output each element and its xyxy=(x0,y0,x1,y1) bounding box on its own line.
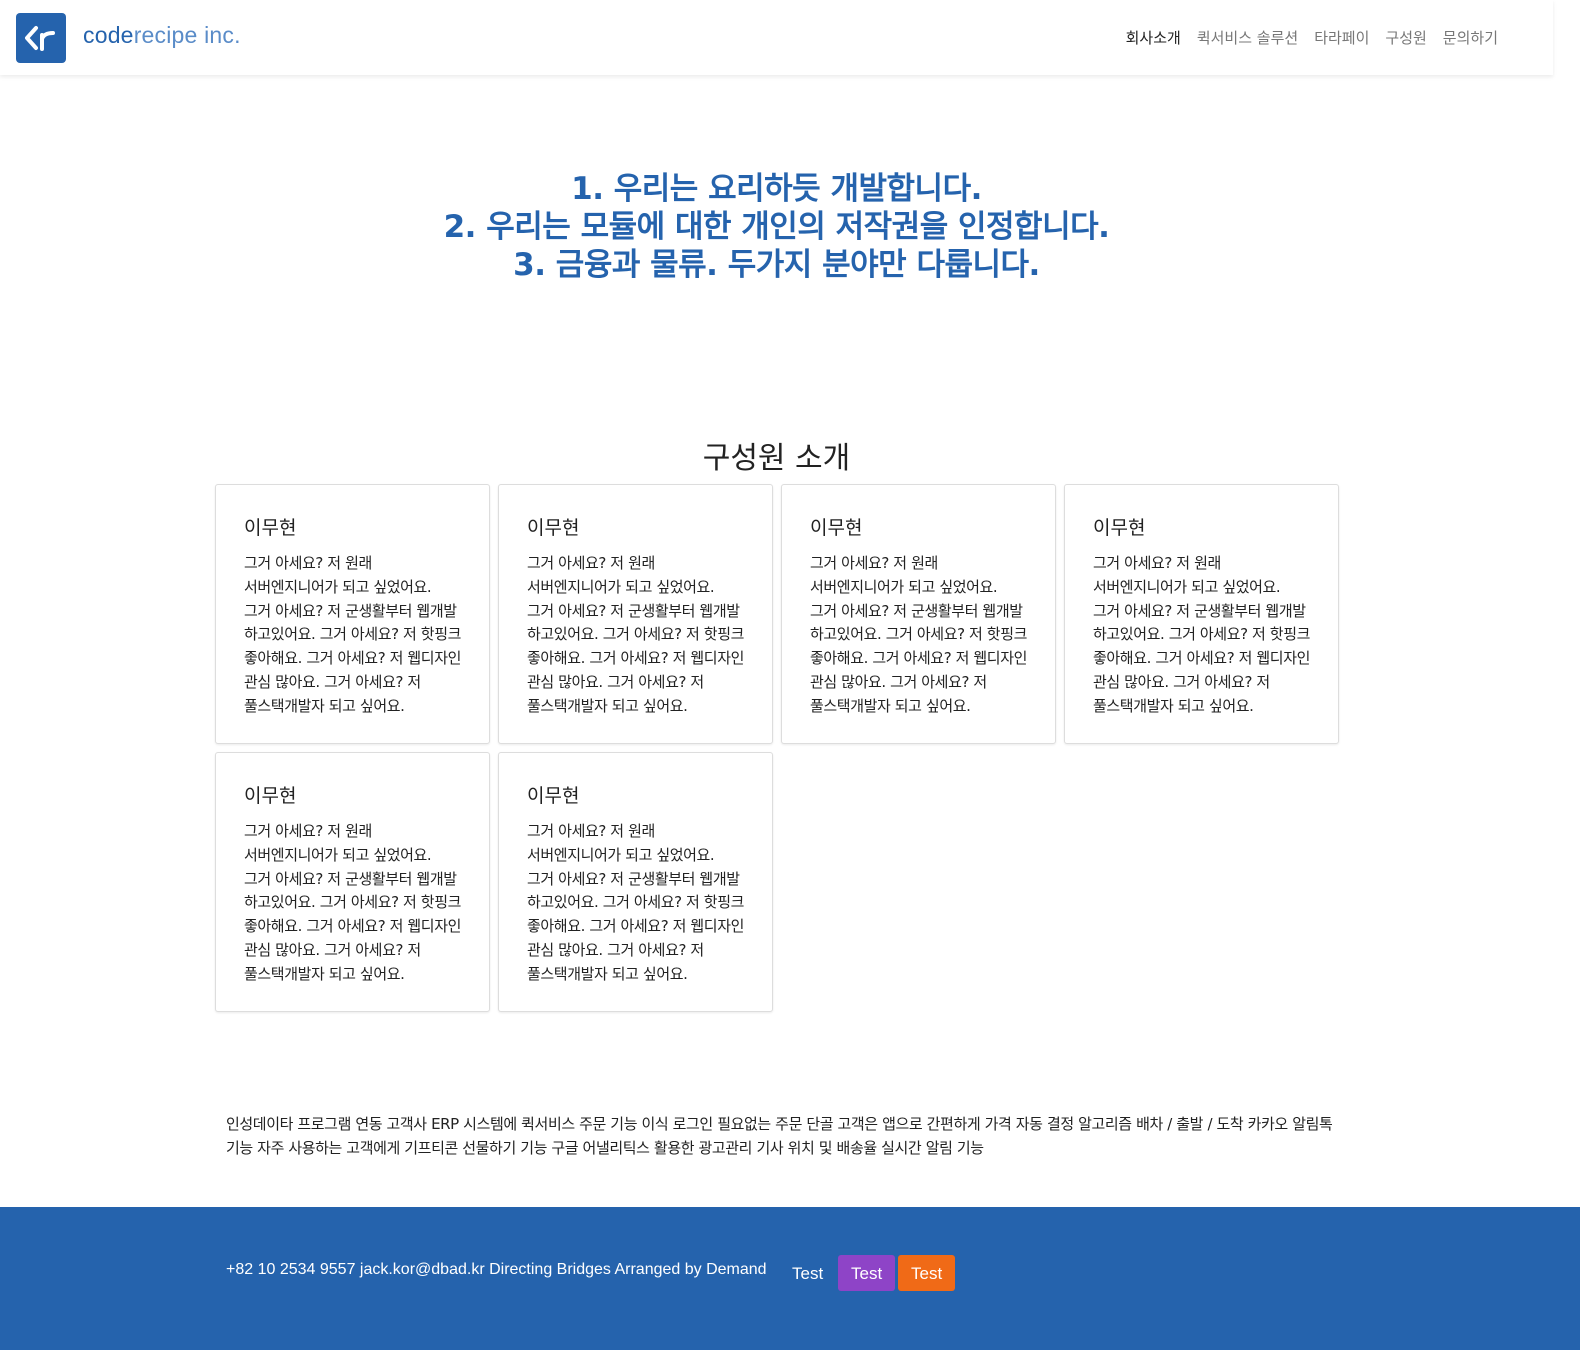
member-description: 그거 아세요? 저 원래 서버엔지니어가 되고 싶었어요. 그거 아세요? 저 … xyxy=(1093,554,1311,715)
member-name: 이무현 xyxy=(244,517,297,539)
nav-quick-service[interactable]: 퀵서비스 솔루션 xyxy=(1197,27,1298,48)
member-name: 이무현 xyxy=(527,785,580,807)
services-summary: 인성데이타 프로그램 연동 고객사 ERP 시스템에 퀵서비스 주문 기능 이식… xyxy=(226,1115,1333,1157)
hero-line: 2. 우리는 모듈에 대한 개인의 저작권을 인정합니다. xyxy=(443,209,1110,245)
brand-name-rest: recipe inc. xyxy=(133,22,241,48)
member-description: 그거 아세요? 저 원래 서버엔지니어가 되고 싶었어요. 그거 아세요? 저 … xyxy=(810,554,1028,715)
hero-line: 3. 금융과 물류. 두가지 분야만 다룹니다. xyxy=(513,247,1040,283)
logo-glyph-icon xyxy=(25,26,55,51)
nav-tarapay[interactable]: 타라페이 xyxy=(1314,27,1369,48)
footer: +82 10 2534 9557 jack.kor@dbad.kr Direct… xyxy=(0,1207,1580,1350)
footer-test-button-orange[interactable]: Test xyxy=(898,1255,956,1291)
member-card: 이무현 그거 아세요? 저 원래 서버엔지니어가 되고 싶었어요. 그거 아세요… xyxy=(498,752,773,1012)
footer-contact-info: +82 10 2534 9557 jack.kor@dbad.kr Direct… xyxy=(226,1261,767,1278)
footer-test-button[interactable]: Test xyxy=(780,1255,835,1291)
main-nav: 회사소개 퀵서비스 솔루션 타라페이 구성원 문의하기 xyxy=(1126,27,1498,48)
brand-name-bold: code xyxy=(83,22,134,48)
member-name: 이무현 xyxy=(244,785,297,807)
hero-statements: 1. 우리는 요리하듯 개발합니다. 2. 우리는 모듈에 대한 개인의 저작권… xyxy=(0,170,1553,284)
member-description: 그거 아세요? 저 원래 서버엔지니어가 되고 싶었어요. 그거 아세요? 저 … xyxy=(527,822,745,983)
member-card: 이무현 그거 아세요? 저 원래 서버엔지니어가 되고 싶었어요. 그거 아세요… xyxy=(215,752,490,1012)
nav-contact[interactable]: 문의하기 xyxy=(1443,27,1498,48)
member-card: 이무현 그거 아세요? 저 원래 서버엔지니어가 되고 싶었어요. 그거 아세요… xyxy=(498,484,773,744)
member-description: 그거 아세요? 저 원래 서버엔지니어가 되고 싶었어요. 그거 아세요? 저 … xyxy=(244,822,462,983)
member-card-grid: 이무현 그거 아세요? 저 원래 서버엔지니어가 되고 싶었어요. 그거 아세요… xyxy=(215,484,1340,1012)
member-name: 이무현 xyxy=(527,517,580,539)
team-section-title: 구성원 소개 xyxy=(702,441,851,476)
top-navbar: coderecipe inc. 회사소개 퀵서비스 솔루션 타라페이 구성원 문… xyxy=(0,0,1553,75)
member-card: 이무현 그거 아세요? 저 원래 서버엔지니어가 되고 싶었어요. 그거 아세요… xyxy=(781,484,1056,744)
logo-icon[interactable] xyxy=(16,13,66,63)
nav-company[interactable]: 회사소개 xyxy=(1126,27,1181,48)
member-name: 이무현 xyxy=(1093,517,1146,539)
member-card: 이무현 그거 아세요? 저 원래 서버엔지니어가 되고 싶었어요. 그거 아세요… xyxy=(1064,484,1339,744)
member-card: 이무현 그거 아세요? 저 원래 서버엔지니어가 되고 싶었어요. 그거 아세요… xyxy=(215,484,490,744)
footer-test-button-purple[interactable]: Test xyxy=(838,1255,896,1291)
nav-members[interactable]: 구성원 xyxy=(1385,27,1426,48)
member-name: 이무현 xyxy=(810,517,863,539)
member-description: 그거 아세요? 저 원래 서버엔지니어가 되고 싶었어요. 그거 아세요? 저 … xyxy=(244,554,462,715)
member-description: 그거 아세요? 저 원래 서버엔지니어가 되고 싶었어요. 그거 아세요? 저 … xyxy=(527,554,745,715)
hero-line: 1. 우리는 요리하듯 개발합니다. xyxy=(571,171,982,207)
brand-name[interactable]: coderecipe inc. xyxy=(83,22,241,49)
